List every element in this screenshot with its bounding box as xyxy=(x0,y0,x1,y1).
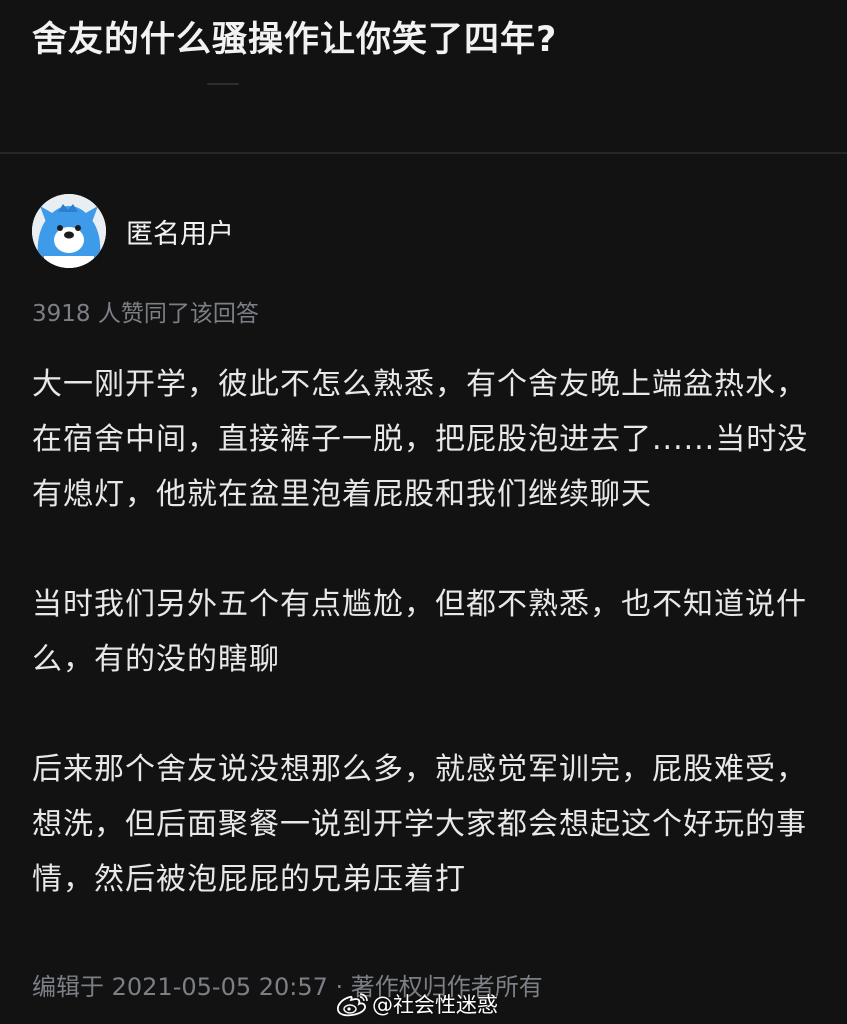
answer-paragraph: 当时我们另外五个有点尴尬，但都不熟悉，也不知道说什么，有的没的瞎聊 xyxy=(32,587,807,677)
vote-count: 3918 人赞同了该回答 xyxy=(32,301,259,327)
question-header: 舍友的什么骚操作让你笑了四年? xyxy=(0,0,847,152)
question-title[interactable]: 舍友的什么骚操作让你笑了四年? xyxy=(32,14,557,66)
header-divider xyxy=(0,152,847,154)
answer-content: 大一刚开学，彼此不怎么熟悉，有个舍友晚上端盆热水，在宿舍中间，直接裤子一脱，把屁… xyxy=(32,357,817,907)
anonymous-mascot-icon[interactable] xyxy=(32,194,106,268)
drag-handle[interactable] xyxy=(207,83,239,85)
author-row[interactable]: 匿名用户 xyxy=(32,193,234,269)
weibo-watermark: @社会性迷惑 xyxy=(336,987,498,1021)
watermark-text: @社会性迷惑 xyxy=(372,993,498,1017)
author-name[interactable]: 匿名用户 xyxy=(126,212,234,251)
weibo-icon xyxy=(337,993,368,1017)
answer-paragraph: 大一刚开学，彼此不怎么熟悉，有个舍友晚上端盆热水，在宿舍中间，直接裤子一脱，把屁… xyxy=(32,367,809,512)
answer-paragraph: 后来那个舍友说没想那么多，就感觉军训完，屁股难受，想洗，但后面聚餐一说到开学大家… xyxy=(32,752,807,897)
